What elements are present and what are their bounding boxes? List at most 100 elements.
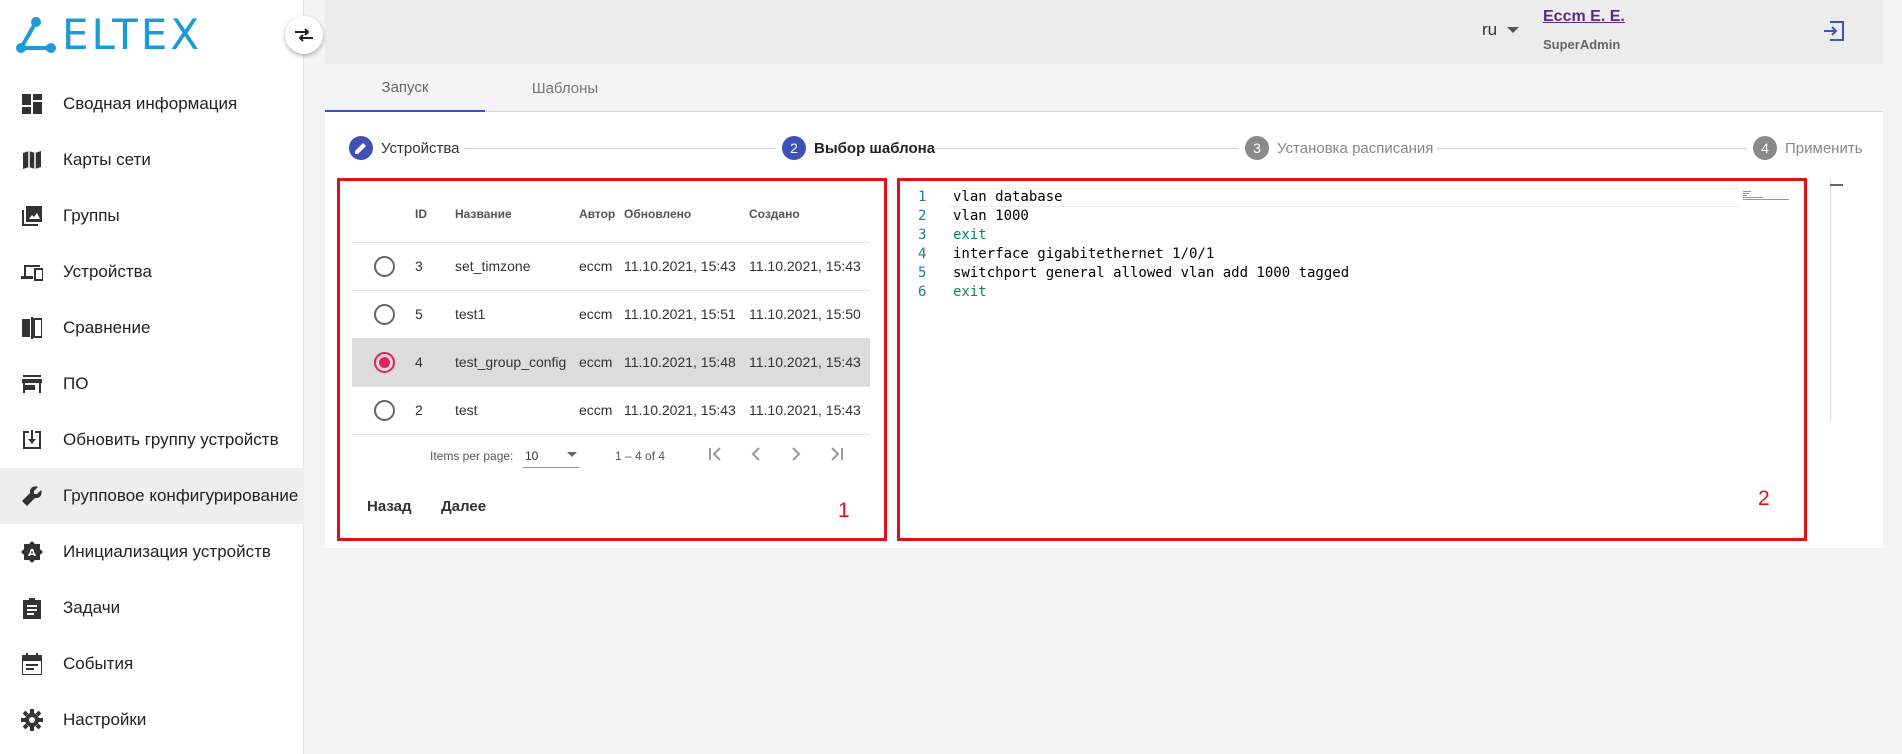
chevron-down-icon (567, 452, 577, 457)
sidebar-item-group-config[interactable]: Групповое конфигурирование (0, 468, 304, 524)
sidebar-item-groups[interactable]: Группы (0, 188, 304, 244)
cell-name: test_group_config (455, 354, 567, 370)
table-row[interactable]: 3 set_timzone eccm 11.10.2021, 15:43 11.… (352, 243, 870, 291)
code-line: 6 exit (900, 283, 1740, 302)
items-per-page-label: Items per page: (430, 449, 514, 463)
first-page-button[interactable] (704, 442, 728, 466)
line-text: switchport general allowed vlan add 1000… (953, 265, 1350, 281)
minimap-preview-icon (1743, 191, 1789, 200)
step-number: 4 (1753, 136, 1777, 160)
sidebar-item-network-maps[interactable]: Карты сети (0, 132, 304, 188)
last-page-button[interactable] (824, 442, 848, 466)
column-header-name[interactable]: Название (455, 207, 512, 221)
next-button[interactable]: Далее (441, 498, 486, 515)
tab-launch[interactable]: Запуск (325, 64, 485, 112)
step-apply[interactable]: 4 Применить (1753, 136, 1863, 160)
svg-text:A: A (28, 548, 36, 559)
templates-table-panel: ID Название Автор Обновлено Создано 3 se… (337, 178, 887, 541)
sidebar-item-label: События (63, 654, 134, 673)
cell-author: eccm (579, 306, 613, 322)
table-row[interactable]: 2 test eccm 11.10.2021, 15:43 11.10.2021… (352, 387, 870, 435)
code-line: 3 exit (900, 226, 1740, 245)
sidebar-item-label: Настройки (63, 710, 147, 729)
line-text: vlan database (953, 189, 1063, 205)
wrench-icon (20, 484, 44, 508)
editor-minimap[interactable] (1741, 188, 1791, 200)
sidebar-item-software[interactable]: ПО (0, 356, 304, 412)
column-header-created[interactable]: Создано (749, 207, 800, 221)
step-schedule[interactable]: 3 Установка расписания (1245, 136, 1433, 160)
panel-number-label: 2 (1758, 487, 1770, 510)
column-header-updated[interactable]: Обновлено (624, 207, 691, 221)
step-label: Применить (1785, 139, 1863, 157)
step-number: 3 (1245, 136, 1269, 160)
pencil-icon (349, 136, 373, 160)
code-line: 2 vlan 1000 (900, 207, 1740, 226)
user-name-link[interactable]: Eccm E. E. (1543, 8, 1625, 26)
next-page-button[interactable] (784, 442, 808, 466)
back-button[interactable]: Назад (367, 498, 411, 515)
previous-page-button[interactable] (744, 442, 768, 466)
step-label: Выбор шаблона (814, 139, 936, 157)
language-select[interactable]: ru (1482, 20, 1520, 40)
items-per-page-value: 10 (525, 449, 539, 463)
user-role: SuperAdmin (1543, 37, 1621, 52)
cell-id: 3 (415, 258, 423, 274)
sidebar-nav: Сводная информация Карты сети Группы Уст… (0, 76, 304, 748)
step-devices[interactable]: Устройства (349, 136, 459, 160)
top-header: ru Eccm E. E. SuperAdmin (325, 0, 1883, 64)
column-header-author[interactable]: Автор (579, 207, 615, 221)
row-radio[interactable] (374, 352, 395, 373)
sidebar-item-label: Сравнение (63, 318, 151, 337)
sidebar-item-summary[interactable]: Сводная информация (0, 76, 304, 132)
sidebar-item-events[interactable]: События (0, 636, 304, 692)
line-text: interface gigabitethernet 1/0/1 (953, 246, 1215, 262)
row-radio[interactable] (374, 400, 395, 421)
sidebar-item-label: Карты сети (63, 150, 151, 169)
code-line: 5 switchport general allowed vlan add 10… (900, 264, 1740, 283)
cell-updated: 11.10.2021, 15:51 (624, 306, 736, 322)
step-select-template[interactable]: 2 Выбор шаблона (782, 136, 935, 160)
table-row-selected[interactable]: 4 test_group_config eccm 11.10.2021, 15:… (352, 339, 870, 387)
store-icon (20, 372, 44, 396)
row-radio[interactable] (374, 304, 395, 325)
sidebar-toggle-button[interactable] (285, 16, 323, 54)
cell-created: 11.10.2021, 15:43 (749, 258, 861, 274)
tab-templates[interactable]: Шаблоны (485, 64, 645, 112)
language-value: ru (1482, 20, 1498, 39)
sidebar-item-label: Группы (63, 206, 120, 225)
gear-icon (20, 708, 44, 732)
row-radio[interactable] (374, 256, 395, 277)
sidebar-item-label: Задачи (63, 598, 121, 617)
sidebar-item-settings[interactable]: Настройки (0, 692, 304, 748)
cell-id: 5 (415, 306, 423, 322)
step-connector (933, 148, 1238, 149)
line-number: 5 (918, 265, 927, 281)
line-text: exit (953, 284, 987, 300)
sidebar-item-tasks[interactable]: Задачи (0, 580, 304, 636)
cell-id: 2 (415, 402, 423, 418)
tabs-bar: Запуск Шаблоны (325, 64, 1883, 112)
sidebar-item-devices[interactable]: Устройства (0, 244, 304, 300)
items-per-page-select[interactable]: 10 (523, 446, 579, 468)
auto-init-icon: A (20, 540, 44, 564)
sidebar-item-label: Сводная информация (63, 94, 238, 113)
sidebar-item-update-group[interactable]: Обновить группу устройств (0, 412, 304, 468)
sidebar-item-compare[interactable]: Сравнение (0, 300, 304, 356)
table-row[interactable]: 5 test1 eccm 11.10.2021, 15:51 11.10.202… (352, 291, 870, 339)
editor-scrollbar[interactable] (1830, 180, 1831, 420)
sidebar-item-label: ПО (63, 374, 89, 393)
logo-text: ELTEX (62, 10, 203, 59)
sidebar-item-device-init[interactable]: A Инициализация устройств (0, 524, 304, 580)
logout-button[interactable] (1822, 20, 1848, 44)
step-label: Устройства (381, 139, 460, 157)
eltex-logo[interactable]: ELTEX (14, 14, 202, 56)
table-header: ID Название Автор Обновлено Создано (352, 181, 870, 243)
first-page-icon (709, 447, 721, 461)
line-number: 3 (918, 227, 927, 243)
swap-arrows-icon (295, 28, 313, 42)
template-code-editor[interactable]: 1 vlan database 2 vlan 1000 3 exit 4 int… (897, 178, 1807, 541)
column-header-id[interactable]: ID (415, 207, 427, 221)
step-connector (465, 148, 775, 149)
line-number: 2 (918, 208, 927, 224)
